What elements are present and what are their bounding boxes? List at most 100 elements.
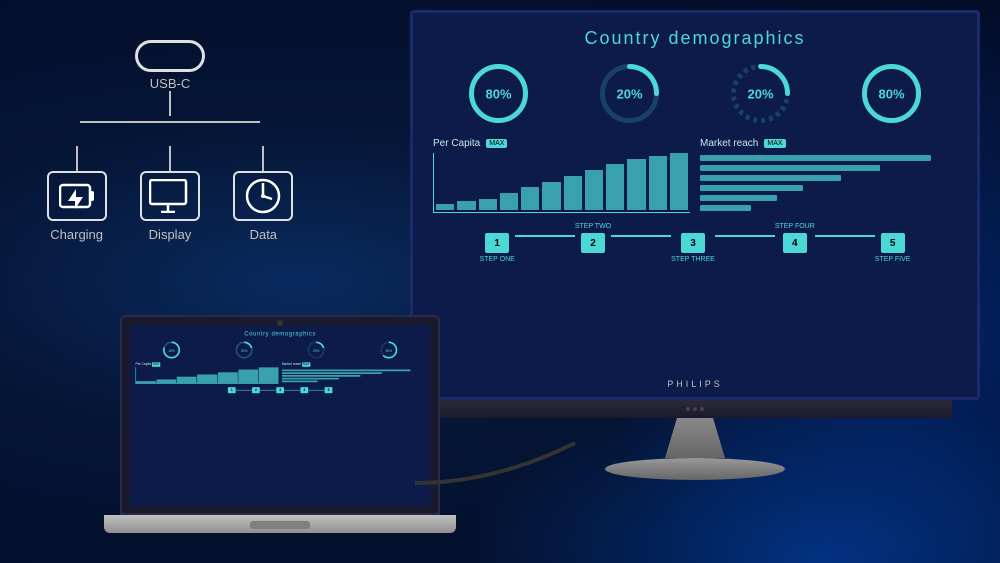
hbar-6 [700,205,751,211]
laptop-screen-content: Country demographics 18% 20% [130,325,430,505]
laptop-charts: Per Capita MAX Market reach MAX [136,363,425,384]
charging-icon-box [47,171,107,221]
circle-text-3: 20% [747,86,773,101]
dashboard-steps: 1 STEP ONE STEP TWO 2 3 STEP THREE [433,223,957,263]
charging-label: Charging [50,227,103,242]
step-3-bottom: STEP THREE [671,256,715,263]
svg-text:20%: 20% [241,349,248,353]
bar-2 [457,201,475,210]
market-reach-hbar-chart [700,153,957,213]
ls-2: 2 [252,387,260,393]
monitor-screen: Country demographics 80% [410,10,980,400]
laptop-circle-2: 20% [234,340,253,359]
usb-branch-data: Data [223,146,303,242]
lbar-5 [218,372,238,383]
step-line-3 [715,235,775,237]
bar-12 [670,153,688,210]
svg-text:35%: 35% [385,349,392,353]
step-4-top: STEP FOUR [775,223,815,230]
ls-3: 3 [276,387,284,393]
bar-8 [585,170,603,210]
step-line-4 [815,235,875,237]
lbar-6 [238,370,258,384]
branch-line-charging [76,146,78,171]
monitor-bezel [439,400,952,418]
usb-connector: USB-C [30,40,310,116]
laptop-base [104,515,456,533]
usb-branch-display: Display [130,146,210,242]
ls-5: 5 [325,387,333,393]
display-icon [149,179,191,213]
branch-line-data [262,146,264,171]
bar-6 [542,182,560,211]
step-box-2: 2 [581,233,605,253]
step-box-3: 3 [681,233,705,253]
hbar-2 [700,165,880,171]
ls-box-4: 4 [301,387,309,393]
usb-diagram: USB-C Charging [30,40,310,242]
charging-icon [59,182,95,210]
bar-9 [606,164,624,210]
step-4: STEP FOUR 4 [775,223,815,263]
laptop-per-capita-title: Per Capita MAX [136,363,279,366]
usb-pill-icon [135,40,205,72]
laptop-per-capita: Per Capita MAX [136,363,279,384]
circle-text-2: 20% [616,86,642,101]
lhbar-3 [282,375,361,377]
step-1-top [496,223,498,230]
ls-box-1: 1 [228,387,236,393]
hbar-5 [700,195,777,201]
monitor-brand: PHILIPS [667,379,723,389]
dashboard-charts: Per Capita MAX [433,138,957,213]
bezel-dot-3 [700,407,704,411]
svg-text:18%: 18% [168,349,175,353]
bar-7 [564,176,582,210]
ls-4: 4 [301,387,309,393]
circle-text-1: 80% [485,86,511,101]
display-icon-box [140,171,200,221]
bar-4 [500,193,518,210]
dashboard-circles: 80% 20% [433,61,957,126]
step-box-1: 1 [485,233,509,253]
hbar-3 [700,175,841,181]
laptop: Country demographics 18% 20% [120,315,440,533]
circle-gauge-3: 20% [728,61,793,126]
step-3-top [692,223,694,230]
laptop-circle-4: 35% [379,340,398,359]
usb-label: USB-C [150,76,190,91]
lbar-1 [136,381,156,383]
usb-branches: Charging Display [30,146,310,242]
circle-gauge-4: 80% [859,61,924,126]
ls-box-3: 3 [276,387,284,393]
step-5-top [892,223,894,230]
ls-line-3 [284,390,301,391]
hbar-1 [700,155,931,161]
step-box-5: 5 [881,233,905,253]
laptop-screen: Country demographics 18% 20% [120,315,440,515]
monitor-stand-neck [665,418,725,458]
ls-line-1 [236,390,253,391]
step-2-bottom [592,256,594,263]
monitor-stand-base [605,458,785,480]
monitor-stand [410,418,980,480]
step-2: STEP TWO 2 [575,223,611,263]
monitor: Country demographics 80% [410,10,980,460]
display-label: Display [149,227,192,242]
circle-3: 20% [728,61,793,126]
laptop-dash-title: Country demographics [136,331,425,338]
lhbar-5 [282,380,318,382]
ls-line-2 [260,390,277,391]
step-1-bottom: STEP ONE [480,256,515,263]
per-capita-bar-chart [433,153,690,213]
lhbar-1 [282,369,411,371]
data-icon [244,177,282,215]
market-reach-max-badge: MAX [764,139,785,148]
ls-box-5: 5 [325,387,333,393]
dashboard-title: Country demographics [433,28,957,49]
ls-line-4 [308,390,325,391]
circle-1: 80% [466,61,531,126]
ls-1: 1 [228,387,236,393]
lhbar-4 [282,378,339,380]
dashboard: Country demographics 80% [413,13,977,397]
bar-5 [521,187,539,210]
